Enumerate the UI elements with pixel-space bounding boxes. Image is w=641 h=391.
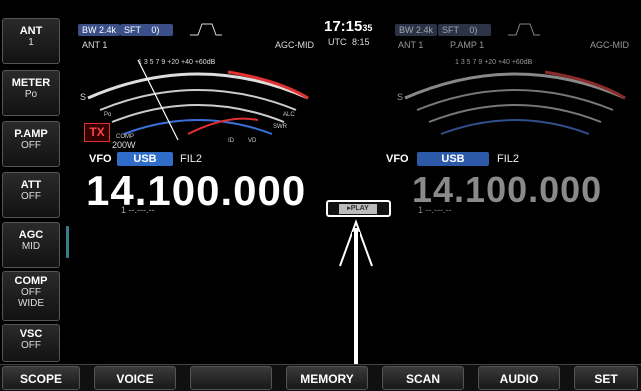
sub-ant: ANT 1: [398, 40, 424, 50]
comp-button-title: COMP: [14, 275, 48, 287]
pamp-button[interactable]: P.AMP OFF: [2, 121, 60, 167]
audio-key[interactable]: AUDIO: [478, 366, 560, 390]
sub-memory-channel: 1 --.---.--: [418, 205, 452, 215]
main-meter: S 1 3 5 7 9 +20 +40 +60dB Po ALC SWR COM…: [80, 59, 309, 144]
att-button-value: OFF: [21, 191, 41, 202]
memory-key[interactable]: MEMORY: [286, 366, 368, 390]
scope-key[interactable]: SCOPE: [2, 366, 80, 390]
main-meter-swr: SWR: [273, 124, 288, 130]
att-button[interactable]: ATT OFF: [2, 172, 60, 218]
main-agc: AGC-MID: [275, 40, 314, 50]
vsc-button-title: VSC: [19, 328, 43, 340]
agc-button-value: MID: [21, 241, 41, 252]
meter-button-value: Po: [24, 89, 38, 100]
clock: 17:1535: [324, 18, 372, 35]
sub-vfo-label: VFO: [386, 153, 409, 165]
comp-button[interactable]: COMP OFF WIDE: [2, 271, 60, 321]
agc-button[interactable]: AGC MID: [2, 222, 60, 268]
voice-key[interactable]: VOICE: [94, 366, 176, 390]
sub-bw-indicator: BW 2.4k: [395, 24, 438, 36]
clock-time: 17:15: [324, 18, 363, 35]
pamp-button-value: OFF: [21, 140, 41, 151]
main-meter-po: Po: [104, 112, 112, 118]
sub-meter: S 1 3 5 7 9 +20 +40 +60dB: [397, 59, 626, 135]
utc-label: UTC: [328, 37, 347, 47]
agc-indicator: [66, 226, 69, 258]
main-meter-s-label: S: [80, 92, 86, 102]
blank-key[interactable]: [190, 366, 272, 390]
ant-button-value: 1: [28, 37, 34, 48]
power-readout: 200W: [112, 140, 136, 150]
sub-passband-icon: [508, 23, 540, 36]
main-ant: ANT 1: [82, 40, 108, 50]
main-sft-value: 0): [151, 25, 160, 35]
sub-pamp: P.AMP 1: [450, 40, 485, 50]
sub-sft-value: 0): [469, 25, 478, 35]
clock-seconds: 35: [362, 23, 373, 33]
att-button-title: ATT: [20, 179, 42, 191]
sub-filter-label: FIL2: [497, 153, 520, 165]
sub-frequency[interactable]: 14.100.000: [412, 172, 602, 208]
sub-agc: AGC-MID: [590, 40, 629, 50]
sub-mode-badge[interactable]: USB: [417, 152, 489, 166]
play-label: ▸PLAY: [339, 204, 377, 214]
transceiver-display: ANT 1 METER Po P.AMP OFF ATT OFF AGC MID…: [0, 0, 641, 391]
vsc-button[interactable]: VSC OFF: [2, 324, 60, 362]
main-meter-id: ID: [228, 138, 235, 144]
main-meter-scale: 1 3 5 7 9 +20 +40 +60dB: [138, 59, 216, 66]
sub-meter-s-label: S: [397, 92, 403, 102]
comp-button-value: OFF WIDE: [17, 287, 45, 309]
vsc-button-value: OFF: [21, 340, 41, 351]
main-sft-label: SFT: [124, 25, 141, 35]
main-memory-channel: 1 --.---.--: [121, 205, 155, 215]
ant-button[interactable]: ANT 1: [2, 18, 60, 64]
set-key[interactable]: SET: [574, 366, 638, 390]
main-mode-badge[interactable]: USB: [117, 152, 173, 166]
scan-key[interactable]: SCAN: [382, 366, 464, 390]
sub-sft-label: SFT: [442, 25, 459, 35]
main-passband-icon: [190, 23, 222, 36]
agc-button-title: AGC: [18, 229, 44, 241]
main-meter-vd: VD: [248, 138, 257, 144]
main-frequency[interactable]: 14.100.000: [86, 170, 306, 212]
sub-sft-indicator: SFT 0): [438, 24, 491, 36]
utc-time: 8:15: [352, 37, 370, 47]
main-meter-alc: ALC: [283, 112, 295, 118]
play-indicator: ▸PLAY: [326, 200, 391, 217]
tx-indicator: TX: [84, 123, 110, 142]
meter-button[interactable]: METER Po: [2, 70, 60, 116]
ant-button-title: ANT: [19, 25, 43, 37]
main-filter-label: FIL2: [180, 153, 203, 165]
main-bw-indicator: BW 2.4k: [78, 24, 121, 36]
meter-button-title: METER: [11, 77, 51, 89]
sub-meter-scale: 1 3 5 7 9 +20 +40 +60dB: [455, 59, 533, 66]
main-sft-indicator: SFT 0): [120, 24, 173, 36]
pamp-button-title: P.AMP: [14, 128, 48, 140]
utc-clock: UTC 8:15: [328, 37, 370, 47]
main-vfo-label: VFO: [89, 153, 112, 165]
